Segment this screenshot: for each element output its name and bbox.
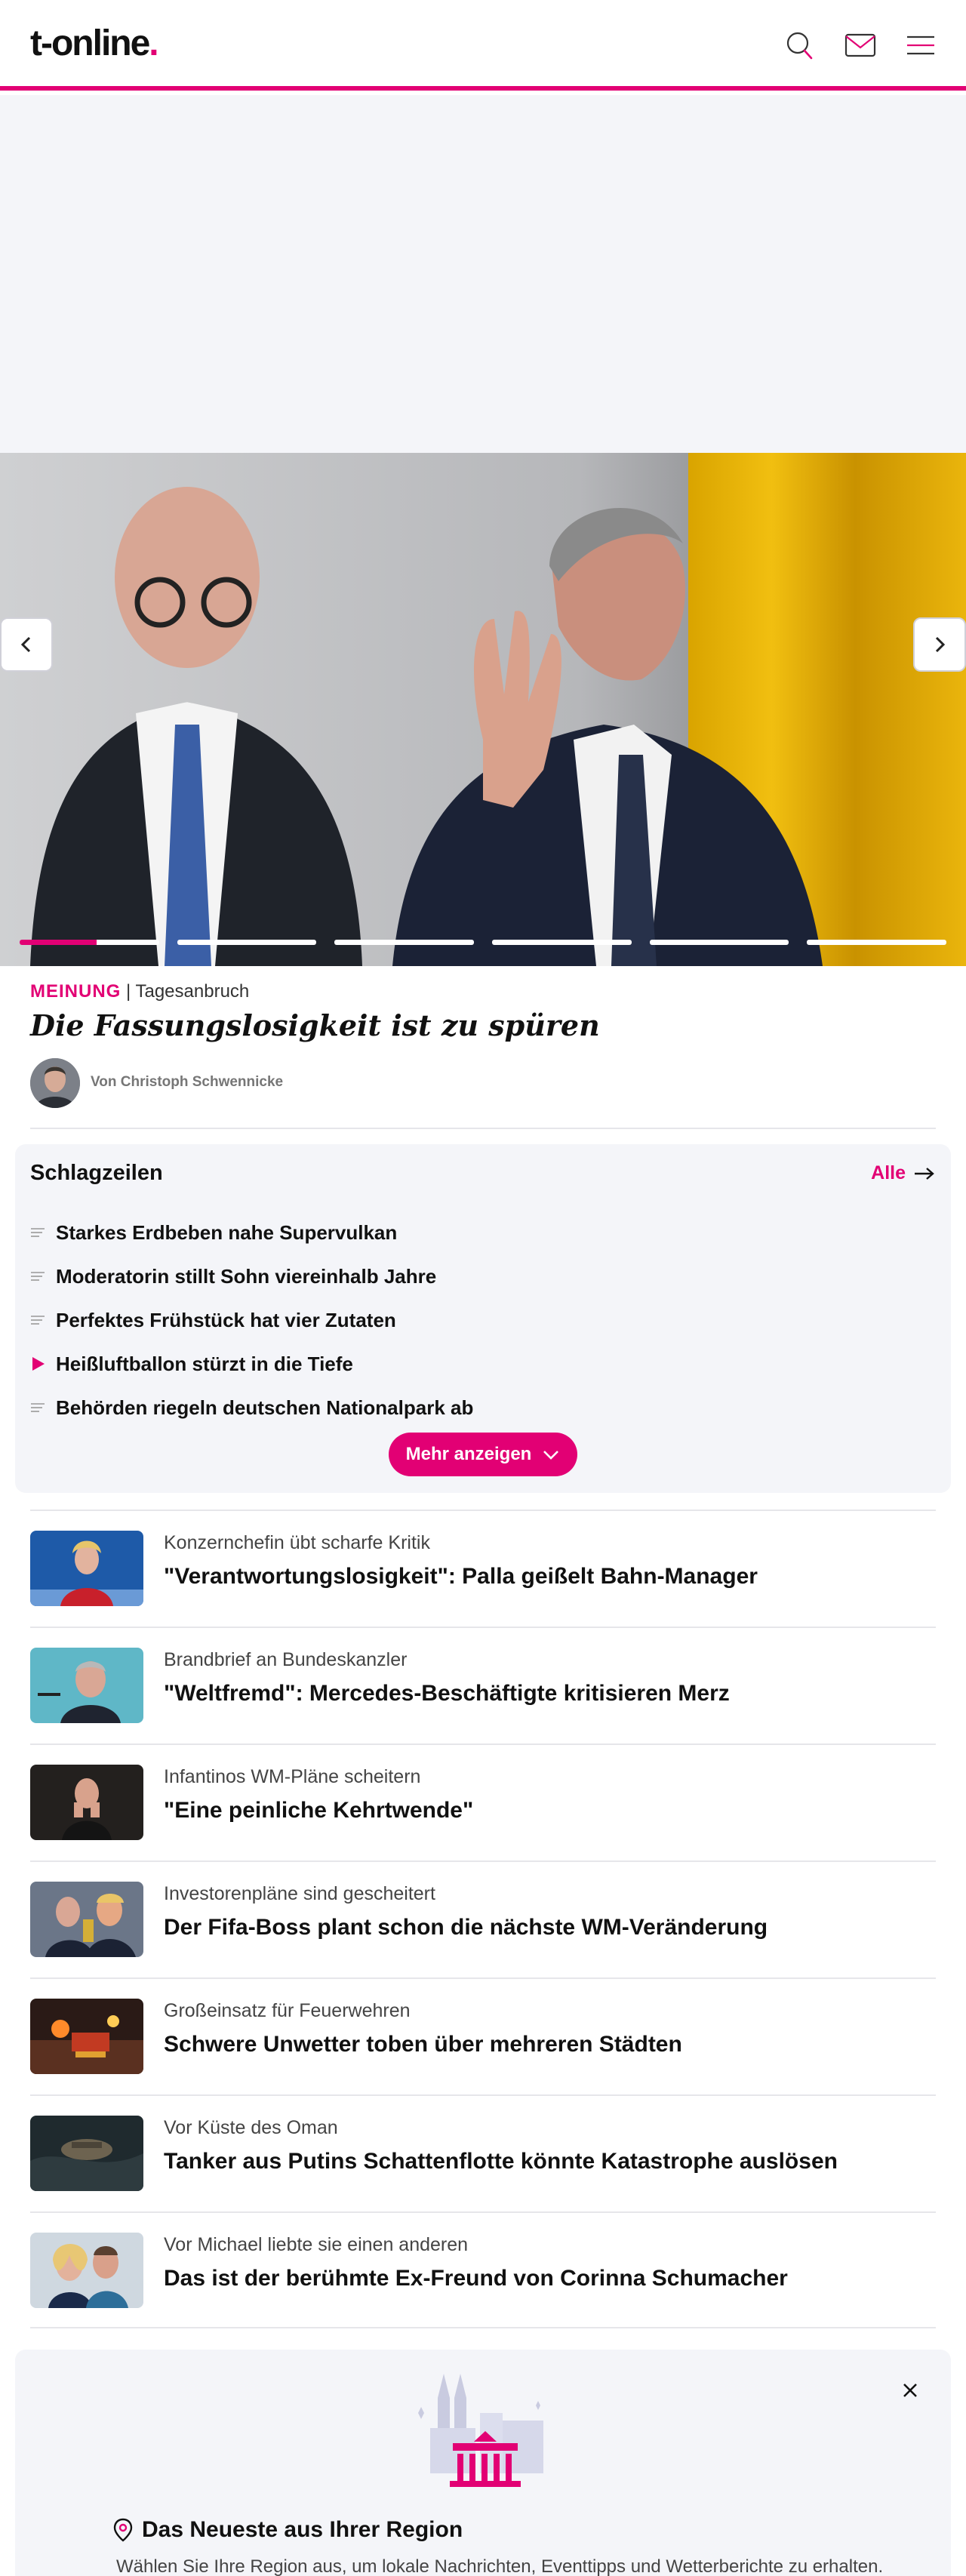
article-kicker: Investorenpläne sind gescheitert (164, 1883, 435, 1904)
divider (30, 1128, 936, 1129)
article-teaser[interactable]: Investorenpläne sind gescheitert Der Fifa… (30, 1860, 936, 1977)
headlines-list: Starkes Erdbeben nahe Supervulkan Moderat… (30, 1211, 936, 1430)
all-label: Alle (871, 1162, 906, 1183)
close-icon (903, 2384, 917, 2397)
show-more-button[interactable]: Mehr anzeigen (389, 1433, 577, 1476)
article-list: Konzernchefin übt scharfe Kritik "Verantw… (30, 1510, 936, 2328)
headline-text: Moderatorin stillt Sohn viereinhalb Jahr… (56, 1264, 437, 1288)
article-thumbnail (30, 2116, 143, 2191)
region-title: Das Neueste aus Ihrer Region (113, 2517, 463, 2543)
show-more-label: Mehr anzeigen (405, 1444, 532, 1464)
headline-item[interactable]: Starkes Erdbeben nahe Supervulkan (30, 1211, 936, 1254)
article-lines-icon (30, 1269, 45, 1284)
mail-icon[interactable] (844, 29, 877, 62)
article-lines-icon (30, 1400, 45, 1415)
article-thumbnail (30, 1765, 143, 1840)
ad-placeholder (0, 95, 966, 453)
logo-text: t-online (30, 23, 150, 63)
chevron-left-icon (20, 636, 31, 653)
article-teaser[interactable]: Konzernchefin übt scharfe Kritik "Verantw… (30, 1510, 936, 1627)
article-kicker: Konzernchefin übt scharfe Kritik (164, 1532, 430, 1553)
close-button[interactable] (892, 2372, 928, 2408)
headline-text: Heißluftballon stürzt in die Tiefe (56, 1352, 353, 1375)
slider-next-button[interactable] (913, 617, 966, 672)
hero-image (0, 453, 966, 966)
chevron-down-icon (543, 1451, 559, 1460)
author-avatar (30, 1058, 80, 1108)
article-lines-icon (30, 1225, 45, 1240)
location-pin-icon (113, 2518, 133, 2542)
article-thumbnail (30, 1882, 143, 1957)
hero-title[interactable]: Die Fassungslosigkeit ist zu spüren (30, 1008, 600, 1042)
article-title[interactable]: "Eine peinliche Kehrtwende" (164, 1798, 473, 1824)
article-kicker: Infantinos WM-Pläne scheitern (164, 1766, 421, 1787)
author-name[interactable]: Von Christoph Schwennicke (91, 1074, 283, 1091)
opinion-label: MEINUNG (30, 981, 122, 1002)
article-teaser[interactable]: Infantinos WM-Pläne scheitern "Eine peinl… (30, 1743, 936, 1860)
headline-text: Perfektes Frühstück hat vier Zutaten (56, 1308, 396, 1331)
article-thumbnail (30, 1531, 143, 1606)
site-header: t-online. (0, 0, 966, 91)
hero-article-card[interactable]: MEINUNG | Tagesanbruch Die Fassungslosig… (15, 966, 951, 1128)
search-icon[interactable] (783, 29, 817, 62)
hero-kicker: MEINUNG | Tagesanbruch (30, 981, 249, 1002)
headlines-box: Schlagzeilen Alle Starkes Erdbeben nahe … (15, 1144, 951, 1493)
headline-text: Starkes Erdbeben nahe Supervulkan (56, 1220, 398, 1244)
slider-progress-segment[interactable] (20, 940, 159, 945)
chevron-right-icon (935, 636, 946, 653)
slider-progress-segment[interactable] (334, 940, 475, 945)
t-online-logo[interactable]: t-online. (30, 23, 159, 64)
article-title[interactable]: Der Fifa-Boss plant schon die nächste WM… (164, 1915, 768, 1940)
headline-item[interactable]: Behörden riegeln deutschen Nationalpark … (30, 1386, 936, 1430)
article-thumbnail (30, 2233, 143, 2308)
article-kicker: Vor Küste des Oman (164, 2117, 338, 2138)
article-kicker: Brandbrief an Bundeskanzler (164, 1649, 408, 1670)
article-title[interactable]: Tanker aus Putins Schattenflotte könnte … (164, 2149, 838, 2174)
logo-dot: . (149, 23, 158, 63)
slider-prev-button[interactable] (0, 617, 53, 672)
video-play-icon (30, 1356, 45, 1371)
article-thumbnail (30, 1648, 143, 1723)
headlines-all-link[interactable]: Alle (871, 1162, 936, 1184)
article-teaser[interactable]: Vor Michael liebte sie einen anderen Das … (30, 2211, 936, 2328)
hero-slider[interactable] (0, 453, 966, 966)
menu-icon[interactable] (904, 29, 937, 62)
region-description: Wählen Sie Ihre Region aus, um lokale Na… (116, 2556, 884, 2576)
headline-item[interactable]: Moderatorin stillt Sohn viereinhalb Jahr… (30, 1254, 936, 1298)
kicker-separator: | (121, 981, 136, 1002)
article-title[interactable]: Das ist der berühmte Ex-Freund von Corin… (164, 2266, 788, 2291)
headlines-title: Schlagzeilen (30, 1161, 163, 1185)
headline-item[interactable]: Heißluftballon stürzt in die Tiefe (30, 1342, 936, 1386)
article-kicker: Großeinsatz für Feuerwehren (164, 2000, 411, 2021)
headline-item[interactable]: Perfektes Frühstück hat vier Zutaten (30, 1298, 936, 1342)
region-teaser: Das Neueste aus Ihrer Region Wählen Sie … (15, 2350, 951, 2576)
city-illustration (418, 2374, 543, 2487)
slider-progress-fill (20, 940, 97, 945)
article-teaser[interactable]: Brandbrief an Bundeskanzler "Weltfremd": … (30, 1627, 936, 1743)
slider-progress-segment[interactable] (177, 940, 317, 945)
article-title[interactable]: Schwere Unwetter toben über mehreren Stä… (164, 2032, 682, 2057)
article-title[interactable]: "Weltfremd": Mercedes-Beschäftigte kriti… (164, 1681, 730, 1707)
article-kicker: Vor Michael liebte sie einen anderen (164, 2234, 469, 2255)
article-thumbnail (30, 1999, 143, 2074)
region-title-text: Das Neueste aus Ihrer Region (142, 2517, 463, 2542)
slider-progress (20, 940, 947, 945)
slider-progress-segment[interactable] (649, 940, 789, 945)
article-teaser[interactable]: Großeinsatz für Feuerwehren Schwere Unwet… (30, 1977, 936, 2094)
slider-progress-segment[interactable] (492, 940, 632, 945)
article-lines-icon (30, 1313, 45, 1328)
headline-text: Behörden riegeln deutschen Nationalpark … (56, 1396, 474, 1419)
arrow-right-icon (915, 1167, 934, 1180)
slider-progress-segment[interactable] (807, 940, 947, 945)
article-title[interactable]: "Verantwortungslosigkeit": Palla geißelt… (164, 1564, 758, 1590)
article-teaser[interactable]: Vor Küste des Oman Tanker aus Putins Scha… (30, 2094, 936, 2211)
kicker-section: Tagesanbruch (135, 981, 250, 1002)
